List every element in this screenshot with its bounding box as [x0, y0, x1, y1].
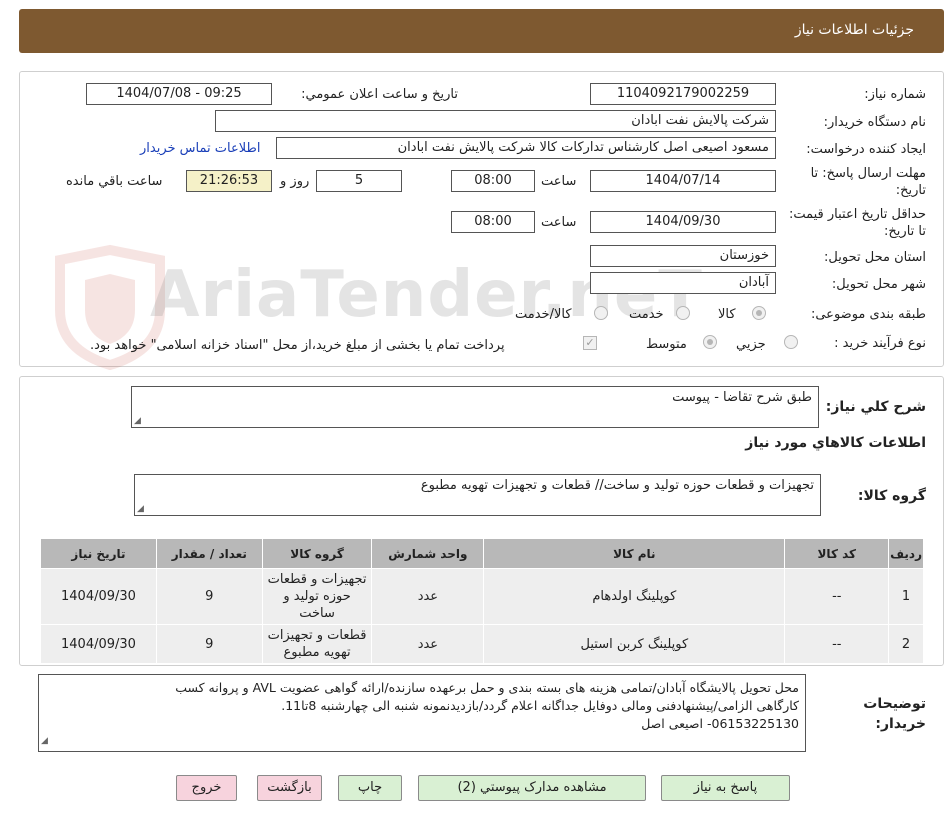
- category-option-service: خدمت: [629, 307, 664, 322]
- province-label: استان محل تحويل:: [824, 250, 926, 265]
- buyer-field: شرکت پالايش نفت ابادان: [215, 110, 776, 132]
- process-radio-minor[interactable]: [784, 335, 798, 349]
- buyer-notes-label: توضيحات خريدار:: [863, 696, 926, 732]
- creator-field: مسعود اصيعی اصل کارشناس تداركات كالا شرك…: [276, 137, 776, 159]
- cell-quantity: 9: [155, 568, 263, 625]
- validity-label: حداقل تاريخ اعتبار قيمت: تا تاريخ:: [788, 207, 926, 239]
- goods-table: رديف کد کالا نام کالا واحد شمارش گروه کا…: [40, 538, 924, 664]
- category-radio-both[interactable]: [594, 306, 608, 320]
- days-label: روز و: [280, 174, 310, 189]
- remaining-label: ساعت باقي مانده: [66, 174, 163, 189]
- process-option-minor: جزيي: [736, 337, 766, 352]
- buyer-contact-link[interactable]: اطلاعات تماس خريدار: [140, 141, 260, 156]
- buyer-label: نام دستگاه خريدار:: [823, 115, 926, 130]
- validity-time-label: ساعت: [541, 215, 577, 230]
- city-label: شهر محل تحويل:: [831, 277, 926, 292]
- category-option-goods: کالا: [718, 307, 736, 322]
- summary-label: شرح کلي نياز:: [825, 399, 926, 415]
- goods-info-title: اطلاعات کالاهاي مورد نياز: [745, 435, 926, 451]
- announce-field: 1404/07/08 - 09:25: [86, 83, 272, 105]
- col-header-row-no: رديف: [888, 538, 924, 569]
- cell-row-no: 2: [888, 624, 924, 664]
- table-row: 2 -- کوپلينگ کربن استيل عدد قطعات و تجهي…: [40, 624, 924, 664]
- need-number-label: شماره نياز:: [864, 87, 926, 102]
- print-button[interactable]: چاپ: [338, 775, 402, 801]
- buyer-notes-textarea: محل تحويل پالايشگاه آبادان/تمامی هزينه ه…: [38, 674, 806, 752]
- announce-label: تاريخ و ساعت اعلان عمومي:: [301, 87, 458, 102]
- category-option-both: کالا/خدمت: [515, 307, 572, 322]
- summary-textarea: طبق شرح تقاضا - پيوست ◢: [131, 386, 819, 428]
- category-radio-service[interactable]: [676, 306, 690, 320]
- days-field: 5: [316, 170, 402, 192]
- page-title: جزئيات اطلاعات نياز: [794, 22, 914, 38]
- payment-note: پرداخت تمام يا بخشی از مبلغ خريد،از محل …: [90, 338, 505, 353]
- cell-need-date: 1404/09/30: [40, 568, 157, 625]
- cell-goods-group: تجهيزات و قطعات حوزه توليد و ساخت: [261, 568, 373, 625]
- cell-unit: عدد: [371, 568, 485, 625]
- cell-goods-group: قطعات و تجهيزات تهويه مطبوع: [261, 624, 373, 664]
- resize-grip-icon: ◢: [134, 416, 141, 426]
- city-field: آبادان: [590, 272, 776, 294]
- deadline-time-label: ساعت: [541, 174, 577, 189]
- goods-group-text: تجهيزات و قطعات حوزه توليد و ساخت// قطعا…: [420, 478, 814, 493]
- header-bar: جزئيات اطلاعات نياز: [19, 9, 944, 53]
- process-label: نوع فرآيند خريد :: [834, 336, 926, 351]
- cell-unit: عدد: [371, 624, 485, 664]
- exit-button[interactable]: خروج: [176, 775, 237, 801]
- cell-row-no: 1: [888, 568, 924, 625]
- buyer-notes-line1: محل تحويل پالايشگاه آبادان/تمامی هزينه ه…: [175, 680, 799, 695]
- category-radio-goods[interactable]: [752, 306, 766, 320]
- resize-grip-icon: ◢: [41, 736, 48, 746]
- creator-label: ايجاد کننده درخواست:: [806, 142, 926, 157]
- goods-group-label: گروه کالا:: [857, 488, 926, 504]
- col-header-goods-code: کد کالا: [784, 538, 890, 569]
- watermark-text: AriaTender.neT: [150, 258, 703, 332]
- col-header-goods-group: گروه کالا: [261, 538, 373, 569]
- buyer-notes-line3: 06153225130- اصيعی اصل: [641, 716, 799, 731]
- deadline-time-field: 08:00: [451, 170, 535, 192]
- cell-goods-code: --: [784, 568, 890, 625]
- cell-goods-name: کوپلينگ کربن استيل: [483, 624, 786, 664]
- category-label: طبقه بندی موضوعی:: [810, 307, 926, 322]
- cell-quantity: 9: [155, 624, 263, 664]
- remaining-time-field: 21:26:53: [186, 170, 272, 192]
- table-header-row: رديف کد کالا نام کالا واحد شمارش گروه کا…: [40, 538, 924, 569]
- treasury-payment-checkbox[interactable]: ✓: [583, 336, 597, 350]
- col-header-goods-name: نام کالا: [483, 538, 786, 569]
- goods-group-textarea: تجهيزات و قطعات حوزه توليد و ساخت// قطعا…: [134, 474, 821, 516]
- process-option-medium: متوسط: [646, 337, 687, 352]
- need-number-field: 1104092179002259: [590, 83, 776, 105]
- view-attachments-button[interactable]: مشاهده مدارک پيوستي (2): [418, 775, 646, 801]
- col-header-need-date: تاريخ نياز: [40, 538, 157, 569]
- deadline-date-field: 1404/07/14: [590, 170, 776, 192]
- back-button[interactable]: بازگشت: [257, 775, 322, 801]
- col-header-quantity: تعداد / مقدار: [155, 538, 263, 569]
- validity-time-field: 08:00: [451, 211, 535, 233]
- summary-text: طبق شرح تقاضا - پيوست: [672, 390, 812, 405]
- process-radio-medium[interactable]: [703, 335, 717, 349]
- cell-goods-name: کوپلينگ اولدهام: [483, 568, 786, 625]
- validity-date-field: 1404/09/30: [590, 211, 776, 233]
- col-header-unit: واحد شمارش: [371, 538, 485, 569]
- resize-grip-icon: ◢: [137, 504, 144, 514]
- table-row: 1 -- کوپلينگ اولدهام عدد تجهيزات و قطعات…: [40, 568, 924, 625]
- deadline-label: مهلت ارسال پاسخ: تا تاريخ:: [810, 166, 926, 198]
- reply-button[interactable]: پاسخ به نياز: [661, 775, 790, 801]
- cell-need-date: 1404/09/30: [40, 624, 157, 664]
- buyer-notes-line2: کارگاهی الزامی/پيشنهادفنی ومالی دوفايل ج…: [281, 698, 799, 713]
- province-field: خوزستان: [590, 245, 776, 267]
- cell-goods-code: --: [784, 624, 890, 664]
